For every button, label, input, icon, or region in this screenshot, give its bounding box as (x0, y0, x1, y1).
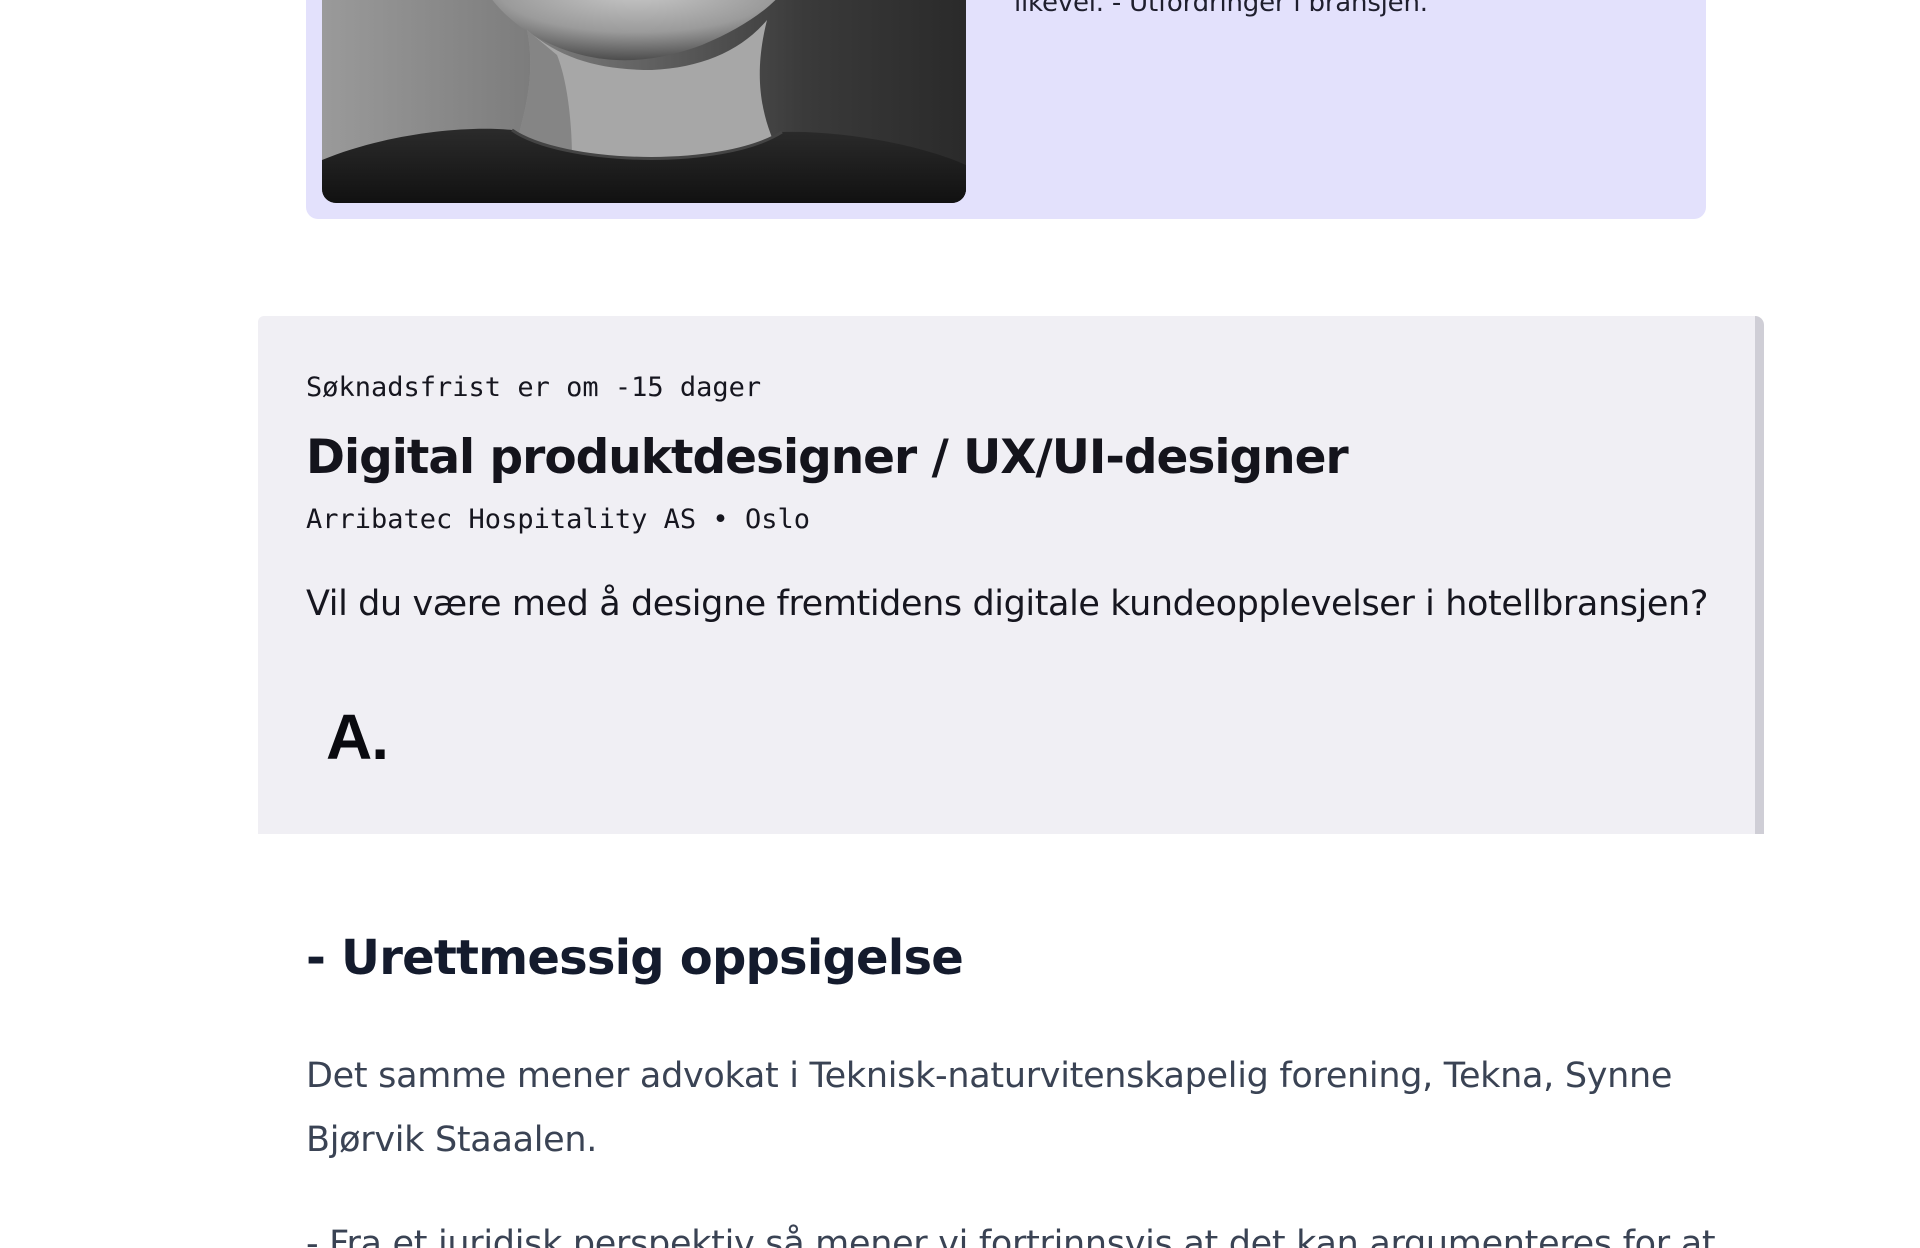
page: likevel. - Utfordringer i bransjen. Søkn… (0, 0, 1920, 1248)
related-article-image[interactable] (322, 0, 966, 203)
body-paragraph: Det samme mener advokat i Teknisk-naturv… (306, 1056, 1673, 1160)
company-logo: A. (326, 701, 389, 773)
related-article-card[interactable]: likevel. - Utfordringer i bransjen. (306, 0, 1706, 219)
job-company: Arribatec Hospitality AS (306, 504, 697, 535)
job-title[interactable]: Digital produktdesigner / UX/UI-designer (306, 430, 1349, 485)
job-deadline: Søknadsfrist er om -15 dager (306, 372, 762, 403)
job-ad-card[interactable]: Søknadsfrist er om -15 dager Digital pro… (258, 316, 1764, 834)
job-location: Oslo (744, 504, 810, 535)
job-meta: Arribatec Hospitality AS • Oslo (306, 504, 810, 535)
related-article-excerpt[interactable]: likevel. - Utfordringer i bransjen. (1014, 0, 1428, 18)
job-description: Vil du være med å designe fremtidens dig… (306, 584, 1708, 624)
job-title-link[interactable]: Digital produktdesigner / UX/UI-designer (306, 430, 1349, 485)
portrait-photo (322, 0, 966, 203)
job-card-edge (1755, 316, 1764, 834)
body-paragraph: - Fra et juridisk perspektiv så mener vi… (306, 1224, 1716, 1248)
section-heading: - Urettmessig oppsigelse (306, 930, 964, 986)
meta-separator: • (712, 504, 729, 535)
